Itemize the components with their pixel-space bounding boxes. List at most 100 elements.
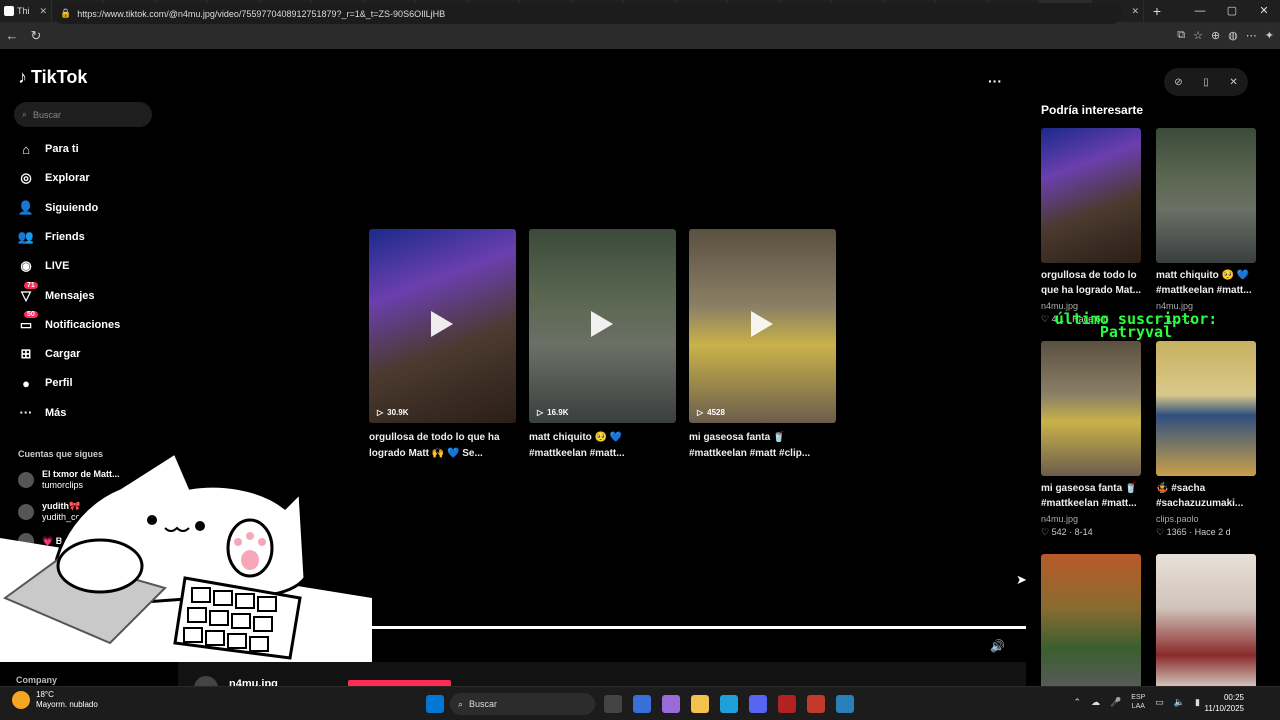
phone-icon[interactable]: ▯ xyxy=(1203,77,1209,88)
views-play-icon: ▷ xyxy=(377,408,384,417)
following-icon: 👤 xyxy=(17,199,35,215)
recommendations-title: Podría interesarte xyxy=(1041,103,1144,117)
sidebar-item-notificaciones[interactable]: ▭ 50 Notificaciones xyxy=(18,310,168,336)
video-caption[interactable]: matt chiquito 🥺 💙 #mattkeelan #matt... xyxy=(529,430,679,462)
tiktok-logo[interactable]: ♪ TikTok xyxy=(18,67,87,88)
new-tab-button[interactable]: + xyxy=(1144,3,1170,19)
recommended-video-thumbnail[interactable] xyxy=(1156,128,1256,263)
sidebar-item-cargar[interactable]: ⊞ Cargar xyxy=(18,343,168,365)
notifications-icon: ▭ 50 xyxy=(18,310,38,333)
view-count-text: 30.9K xyxy=(387,408,409,417)
maximize-button[interactable]: ▢ xyxy=(1216,0,1248,22)
sidebar-item-label: Cargar xyxy=(45,348,81,361)
video-caption[interactable]: orgullosa de todo lo que ha logrado Matt… xyxy=(369,430,519,462)
collections-icon[interactable]: ⊕ xyxy=(1211,29,1220,42)
microphone-icon[interactable]: 🎤 xyxy=(1110,697,1121,708)
recommended-video-caption[interactable]: orgullosa de todo lo que ha logrado Mat.… xyxy=(1041,268,1149,298)
taskbar-clock[interactable]: 00:25 11/10/2025 xyxy=(1205,692,1244,714)
recommended-video-thumbnail[interactable] xyxy=(1041,341,1141,476)
reload-button[interactable]: ↻ xyxy=(24,28,48,44)
app-red-icon[interactable] xyxy=(807,695,825,713)
chevron-up-icon[interactable]: ⌃ xyxy=(1074,697,1082,708)
recommended-video-stats: ♡ 542 · 8-14 xyxy=(1041,527,1093,537)
player-info-bar xyxy=(178,662,1026,686)
volume-icon[interactable]: 🔊 xyxy=(990,639,1005,653)
video-thumbnail[interactable]: ▷ 16.9K xyxy=(529,229,676,423)
search-icon: ⌕ xyxy=(458,698,464,709)
video-caption[interactable]: mi gaseosa fanta 🥤 #mattkeelan #matt #cl… xyxy=(689,430,839,462)
recommended-video-user[interactable]: n4mu.jpg xyxy=(1041,514,1078,524)
sidebar-item-perfil[interactable]: ● Perfil xyxy=(18,372,168,394)
video-thumbnail[interactable]: ▷ 30.9K xyxy=(369,229,516,423)
copilot-icon[interactable]: ✦ xyxy=(1265,29,1274,42)
recommended-video-thumbnail[interactable] xyxy=(1041,554,1141,689)
recommended-video-caption[interactable]: mi gaseosa fanta 🥤 #mattkeelan #matt... xyxy=(1041,481,1149,511)
video-thumbnail[interactable]: ▷ 4528 xyxy=(689,229,836,423)
search-placeholder: Buscar xyxy=(33,109,62,120)
recommended-video-caption[interactable]: 🤹 #sacha #sachazuzumaki... xyxy=(1156,481,1264,511)
search-input[interactable]: ⌕ Buscar xyxy=(14,102,152,127)
url-text: https://www.tiktok.com/@n4mu.jpg/video/7… xyxy=(77,8,446,19)
recommended-video-user[interactable]: clips.paolo xyxy=(1156,514,1199,524)
extensions-icon[interactable]: ⧉ xyxy=(1177,29,1185,42)
sidebar-item-para-ti[interactable]: ⌂ Para ti xyxy=(18,138,168,160)
file-explorer-icon[interactable] xyxy=(691,695,709,713)
windows-start-icon[interactable] xyxy=(426,695,444,713)
taskbar-search[interactable]: ⌕ Buscar xyxy=(450,693,595,715)
coins-icon[interactable]: ⊘ xyxy=(1174,77,1182,88)
task-view-icon[interactable] xyxy=(604,695,622,713)
app-blue-icon[interactable] xyxy=(836,695,854,713)
volume-tray-icon[interactable]: 🔈 xyxy=(1174,697,1185,708)
lock-icon: 🔒 xyxy=(60,8,72,18)
profile-icon: ● xyxy=(22,375,30,391)
video-progress-bar[interactable] xyxy=(372,626,1026,629)
sidebar-item-explorar[interactable]: ◎ Explorar xyxy=(18,167,168,189)
weather-icon xyxy=(12,691,30,709)
sidebar-item-m-s[interactable]: ··· Más xyxy=(18,402,168,424)
onedrive-icon[interactable]: ☁ xyxy=(1091,697,1100,708)
recommended-video-thumbnail[interactable] xyxy=(1156,341,1256,476)
favorites-icon[interactable]: ☆ xyxy=(1193,29,1203,42)
recommended-video-thumbnail[interactable] xyxy=(1156,554,1256,689)
sidebar-item-live[interactable]: ◉ LIVE xyxy=(18,255,168,277)
minimize-button[interactable]: — xyxy=(1184,0,1216,22)
top-right-actions: ⊘ ▯ ✕ xyxy=(1164,68,1248,96)
recommended-video-caption[interactable]: matt chiquito 🥺 💙 #mattkeelan #matt... xyxy=(1156,268,1264,298)
store-icon[interactable] xyxy=(633,695,651,713)
app-tf-icon[interactable] xyxy=(778,695,796,713)
more-icon: ··· xyxy=(19,405,33,421)
language-indicator[interactable]: ESP LAA xyxy=(1131,693,1145,711)
sidebar-item-siguiendo[interactable]: 👤 Siguiendo xyxy=(18,197,168,219)
menu-icon[interactable]: ⋯ xyxy=(1246,29,1257,42)
discord-icon[interactable] xyxy=(749,695,767,713)
recommended-video-thumbnail[interactable] xyxy=(1041,128,1141,263)
friends-icon: 👥 xyxy=(17,228,35,244)
url-field[interactable]: 🔒 https://www.tiktok.com/@n4mu.jpg/video… xyxy=(52,3,1122,24)
tab-close-icon[interactable]: ✕ xyxy=(1131,6,1139,17)
view-count-text: 4528 xyxy=(707,408,725,417)
tab-close-icon[interactable]: ✕ xyxy=(39,6,47,17)
view-count-text: 16.9K xyxy=(547,408,569,417)
battery-icon[interactable]: ▮ xyxy=(1195,697,1200,708)
window-controls: — ▢ ✕ xyxy=(1184,0,1280,22)
copilot-taskbar-icon[interactable] xyxy=(662,695,680,713)
sidebar-item-friends[interactable]: 👥 Friends xyxy=(18,226,168,248)
close-window-button[interactable]: ✕ xyxy=(1248,0,1280,22)
overlay-line-2: Patryval xyxy=(1099,323,1173,341)
close-icon[interactable]: ✕ xyxy=(1229,77,1237,88)
more-options-icon[interactable]: ··· xyxy=(988,73,1002,89)
sidebar-item-label: Siguiendo xyxy=(45,201,99,214)
sidebar-item-mensajes[interactable]: ▽ 71 Mensajes xyxy=(18,281,168,307)
edge-icon[interactable] xyxy=(720,695,738,713)
notification-badge: 71 xyxy=(24,281,38,289)
footer-company-link[interactable]: Company xyxy=(16,675,57,685)
sidebar-item-label: Mensajes xyxy=(45,289,95,302)
views-play-icon: ▷ xyxy=(697,408,704,417)
view-count: ▷ 16.9K xyxy=(537,408,569,417)
browser-tab[interactable]: Thi ✕ xyxy=(0,0,52,22)
profile-avatar-icon[interactable]: ◍ xyxy=(1228,29,1238,42)
display-icon[interactable]: ▭ xyxy=(1155,697,1164,708)
weather-widget[interactable]: 18°C Mayorm. nublado xyxy=(12,690,98,710)
back-button[interactable]: ← xyxy=(0,28,24,43)
browser-toolbar-icons: ⧉ ☆ ⊕ ◍ ⋯ ✦ xyxy=(1177,22,1274,49)
